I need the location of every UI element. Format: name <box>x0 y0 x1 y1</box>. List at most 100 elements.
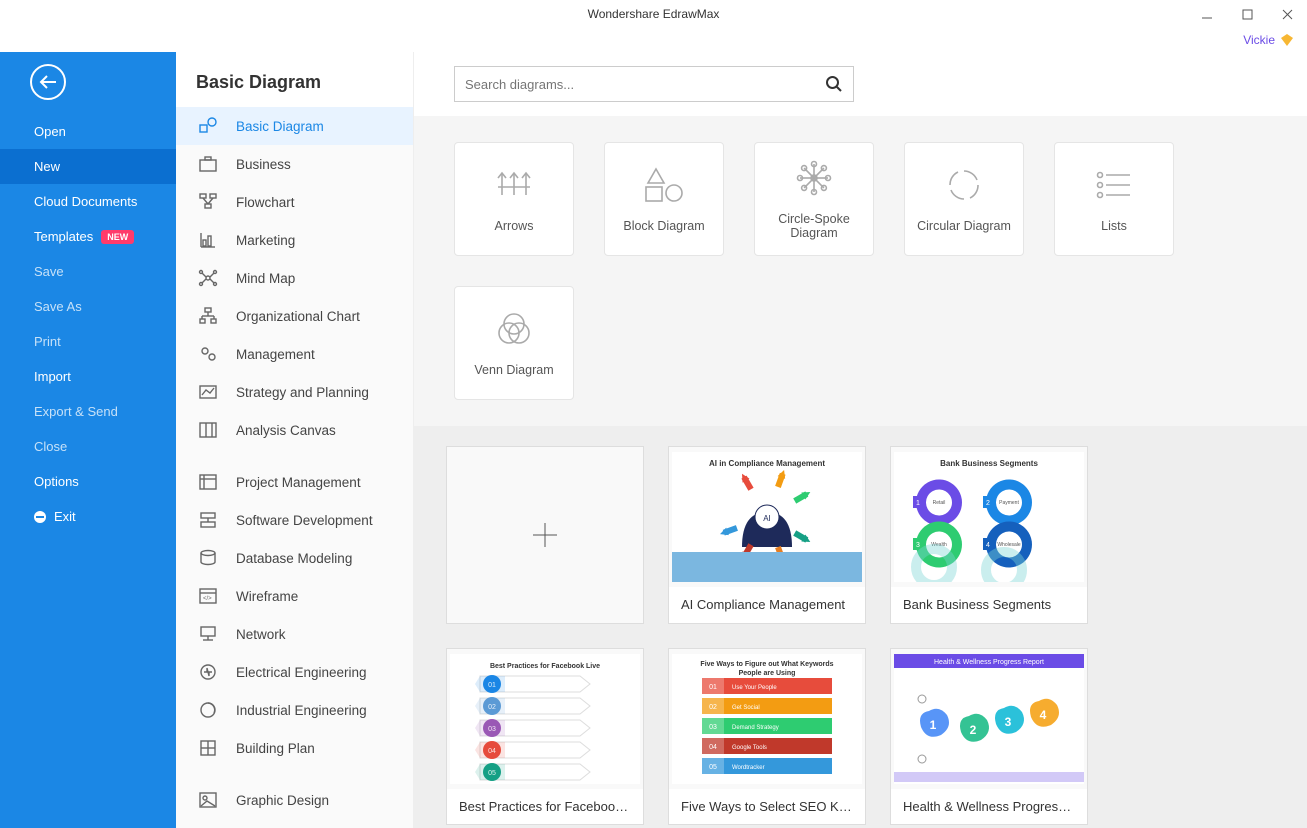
category-basic-diagram[interactable]: Basic Diagram <box>176 107 413 145</box>
search-input[interactable] <box>465 77 825 92</box>
nav-label: Exit <box>54 509 76 524</box>
svg-text:AI in Compliance Management: AI in Compliance Management <box>709 459 825 468</box>
svg-text:</>: </> <box>203 596 212 602</box>
new-badge: NEW <box>101 230 134 244</box>
diagram-type-venn-diagram[interactable]: Venn Diagram <box>454 286 574 400</box>
template-label: AI Compliance Management <box>669 587 865 622</box>
back-button[interactable] <box>30 64 66 100</box>
category-building-plan[interactable]: Building Plan <box>176 729 413 767</box>
template-thumb: AI in Compliance ManagementAI <box>669 447 865 587</box>
category-project-management[interactable]: Project Management <box>176 463 413 501</box>
category-label: Mind Map <box>236 271 295 286</box>
nav-save[interactable]: Save <box>0 254 176 289</box>
template-thumb: Health & Wellness Progress Report1234 <box>891 649 1087 789</box>
template-blank[interactable] <box>446 446 644 624</box>
category-graphic-organizer[interactable]: Graphic Organizer <box>176 819 413 828</box>
category-organizational-chart[interactable]: Organizational Chart <box>176 297 413 335</box>
category-column: Basic Diagram Basic DiagramBusinessFlowc… <box>176 52 414 828</box>
plus-icon <box>530 520 560 550</box>
category-label: Network <box>236 627 286 642</box>
nav-label: Templates <box>34 229 93 244</box>
template-thumb: Five Ways to Figure out What KeywordsPeo… <box>669 649 865 789</box>
category-label: Industrial Engineering <box>236 703 367 718</box>
diagram-types: Arrows Block Diagram Circle-Spoke Diagram C… <box>414 116 1307 426</box>
tile-label: Circular Diagram <box>913 219 1015 233</box>
diagram-type-arrows[interactable]: Arrows <box>454 142 574 256</box>
svg-text:Bank Business Segments: Bank Business Segments <box>940 459 1038 468</box>
template-five-ways-to-select-seo-keywor[interactable]: Five Ways to Figure out What KeywordsPeo… <box>668 648 866 825</box>
lists-icon <box>1092 165 1136 205</box>
template-bank-business-segments[interactable]: Bank Business SegmentsRetail1Payment2Wea… <box>890 446 1088 624</box>
graphic-icon <box>198 790 218 810</box>
nav-label: Export & Send <box>34 404 118 419</box>
template-best-practices-for-facebook-li[interactable]: Best Practices for Facebook Live01020304… <box>446 648 644 825</box>
category-header: Basic Diagram <box>176 52 413 107</box>
nav-print[interactable]: Print <box>0 324 176 359</box>
nav-options[interactable]: Options <box>0 464 176 499</box>
category-software-development[interactable]: Software Development <box>176 501 413 539</box>
svg-text:1: 1 <box>916 500 920 507</box>
category-database-modeling[interactable]: Database Modeling <box>176 539 413 577</box>
search-icon[interactable] <box>825 75 843 93</box>
template-thumb <box>447 447 643 623</box>
exit-icon <box>34 511 46 523</box>
electrical-icon <box>198 662 218 682</box>
category-industrial-engineering[interactable]: Industrial Engineering <box>176 691 413 729</box>
search-box[interactable] <box>454 66 854 102</box>
diagram-type-block-diagram[interactable]: Block Diagram <box>604 142 724 256</box>
user-name[interactable]: Vickie <box>1243 33 1275 47</box>
category-electrical-engineering[interactable]: Electrical Engineering <box>176 653 413 691</box>
window-controls <box>1187 0 1307 28</box>
svg-text:People are Using: People are Using <box>739 670 796 677</box>
svg-text:Retail: Retail <box>933 500 946 506</box>
template-health-wellness-progress-rep-[interactable]: Health & Wellness Progress Report1234Hea… <box>890 648 1088 825</box>
nav-cloud-documents[interactable]: Cloud Documents <box>0 184 176 219</box>
diagram-type-circle-spoke-diagram[interactable]: Circle-Spoke Diagram <box>754 142 874 256</box>
template-label: Five Ways to Select SEO Keywords <box>669 789 865 824</box>
template-ai-compliance-management[interactable]: AI in Compliance ManagementAIAI Complian… <box>668 446 866 624</box>
category-network[interactable]: Network <box>176 615 413 653</box>
category-analysis-canvas[interactable]: Analysis Canvas <box>176 411 413 449</box>
category-strategy-and-planning[interactable]: Strategy and Planning <box>176 373 413 411</box>
svg-text:Best Practices for Facebook Li: Best Practices for Facebook Live <box>490 663 600 670</box>
category-wireframe[interactable]: </>Wireframe <box>176 577 413 615</box>
minimize-button[interactable] <box>1187 0 1227 28</box>
nav-import[interactable]: Import <box>0 359 176 394</box>
svg-text:04: 04 <box>709 744 717 751</box>
category-mind-map[interactable]: Mind Map <box>176 259 413 297</box>
category-business[interactable]: Business <box>176 145 413 183</box>
template-label: Bank Business Segments <box>891 587 1087 622</box>
category-label: Strategy and Planning <box>236 385 369 400</box>
nav-save-as[interactable]: Save As <box>0 289 176 324</box>
svg-text:Wholesale: Wholesale <box>997 542 1021 548</box>
industrial-icon <box>198 700 218 720</box>
chart-icon <box>198 230 218 250</box>
nav-label: Save As <box>34 299 82 314</box>
titlebar: Wondershare EdrawMax <box>0 0 1307 28</box>
svg-text:05: 05 <box>709 764 717 771</box>
nav-exit[interactable]: Exit <box>0 499 176 534</box>
nav-templates[interactable]: Templates NEW <box>0 219 176 254</box>
nav-open[interactable]: Open <box>0 114 176 149</box>
briefcase-icon <box>198 154 218 174</box>
close-button[interactable] <box>1267 0 1307 28</box>
svg-text:2: 2 <box>986 500 990 507</box>
maximize-button[interactable] <box>1227 0 1267 28</box>
category-label: Electrical Engineering <box>236 665 367 680</box>
category-flowchart[interactable]: Flowchart <box>176 183 413 221</box>
diagram-type-circular-diagram[interactable]: Circular Diagram <box>904 142 1024 256</box>
svg-text:01: 01 <box>709 684 717 691</box>
nav-export-send[interactable]: Export & Send <box>0 394 176 429</box>
category-graphic-design[interactable]: Graphic Design <box>176 781 413 819</box>
category-management[interactable]: Management <box>176 335 413 373</box>
nav-close[interactable]: Close <box>0 429 176 464</box>
category-label: Analysis Canvas <box>236 423 336 438</box>
database-icon <box>198 548 218 568</box>
spoke-icon <box>792 158 836 198</box>
category-marketing[interactable]: Marketing <box>176 221 413 259</box>
strategy-icon <box>198 382 218 402</box>
svg-text:4: 4 <box>986 542 990 549</box>
diagram-type-lists[interactable]: Lists <box>1054 142 1174 256</box>
nav-new[interactable]: New <box>0 149 176 184</box>
svg-text:Payment: Payment <box>999 500 1019 506</box>
